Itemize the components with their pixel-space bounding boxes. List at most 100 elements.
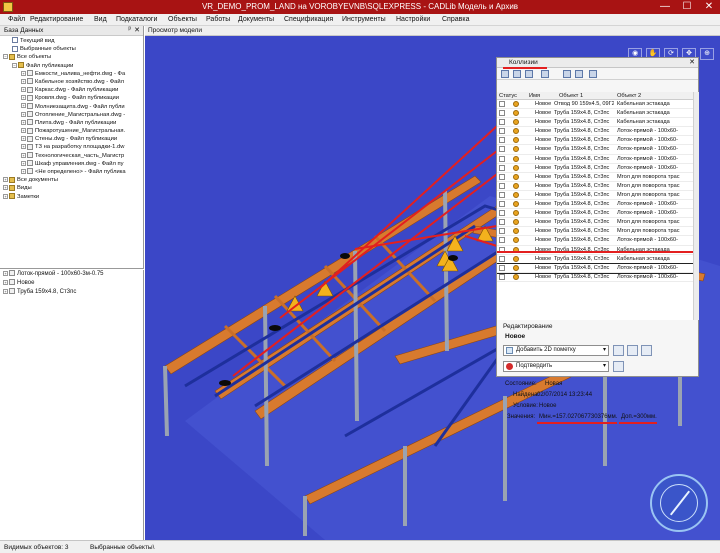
row-checkbox[interactable] <box>499 264 505 271</box>
expand-icon[interactable]: + <box>21 103 26 109</box>
collisions-scrollbar[interactable] <box>693 92 699 320</box>
tree-item[interactable]: + ТЗ на разработку площадки-1.dw <box>0 143 144 151</box>
tree-item[interactable]: + Шкаф управления.dwg - Файл пу <box>0 160 144 168</box>
panel-close-icon[interactable]: ✕ <box>134 26 140 34</box>
collision-row[interactable]: Новое Труба 159х4.8, Ст3пс Кабельная эстак… <box>497 118 693 128</box>
row-checkbox[interactable] <box>499 119 505 126</box>
tree-item[interactable]: + Плита.dwg - Файл публикации <box>0 119 144 127</box>
forward-icon[interactable] <box>575 70 583 78</box>
tree-item[interactable]: − Все объекты <box>0 53 144 61</box>
expand-icon[interactable]: + <box>21 160 26 166</box>
camera-button[interactable] <box>627 345 638 356</box>
collision-row[interactable]: Новое Труба 159х4.8, Ст3пс Кабельная эстак… <box>497 109 693 119</box>
row-checkbox[interactable] <box>499 255 505 262</box>
collision-row[interactable]: Новое Труба 159х4.8, Ст3пс Лоток-прямой - … <box>497 236 693 246</box>
menu-documents[interactable]: Документы <box>238 16 274 23</box>
expand-icon[interactable]: + <box>21 111 26 117</box>
collision-row[interactable]: Новое Отвод 90 159х4.5, 09Г2С Кабельная эс… <box>497 100 693 110</box>
back-icon[interactable] <box>563 70 571 78</box>
column-object2[interactable]: Объект 2 <box>617 92 641 100</box>
tree-item[interactable]: + Стены.dwg - Файл публикации <box>0 135 144 143</box>
tree-item[interactable]: + Виды <box>0 184 144 192</box>
expand-icon[interactable]: + <box>21 95 26 101</box>
tree-item[interactable]: + Каркас.dwg - Файл публикации <box>0 86 144 94</box>
collision-row[interactable]: Новое Труба 159х4.8, Ст3пс Лоток-прямой - … <box>497 164 693 173</box>
row-checkbox[interactable] <box>499 173 505 180</box>
collision-row[interactable]: Новое Труба 159х4.8, Ст3пс Мгол для поворо… <box>497 218 693 228</box>
link-icon[interactable] <box>589 70 597 78</box>
expand-icon[interactable]: + <box>21 78 26 84</box>
tree-item[interactable]: + Отопление_Магистральная.dwg - <box>0 111 144 119</box>
column-object1[interactable]: Объект 1 <box>559 92 583 100</box>
tree-item[interactable]: − Файл публикации <box>0 62 144 70</box>
menu-works[interactable]: Работы <box>206 16 230 23</box>
row-checkbox[interactable] <box>499 273 505 280</box>
collision-row[interactable]: Новое Труба 159х4.8, Ст3пс Лоток-прямой - … <box>497 136 693 146</box>
row-checkbox[interactable] <box>499 146 505 153</box>
row-checkbox[interactable] <box>499 137 505 144</box>
expand-icon[interactable]: + <box>21 144 26 150</box>
navigation-compass[interactable] <box>650 474 708 532</box>
expand-icon[interactable]: + <box>21 128 26 134</box>
column-name[interactable]: Имя <box>529 92 540 100</box>
settings-icon[interactable] <box>541 70 549 78</box>
refresh-icon[interactable] <box>501 70 509 78</box>
collision-row[interactable]: Новое Труба 159х4.8, Ст3пс Лоток-прямой - … <box>497 127 693 137</box>
row-checkbox[interactable] <box>499 191 505 198</box>
collapse-icon[interactable]: − <box>12 62 17 68</box>
collapse-icon[interactable]: − <box>3 54 8 60</box>
expand-icon[interactable]: + <box>3 177 8 183</box>
row-checkbox[interactable] <box>499 110 505 117</box>
row-checkbox[interactable] <box>499 228 505 235</box>
collision-row[interactable]: Новое Труба 159х4.8, Ст3пс Кабельная эстак… <box>497 255 693 264</box>
menu-objects[interactable]: Объекты <box>168 16 197 23</box>
collision-row[interactable]: Новое Труба 159х4.8, Ст3пс Лоток-прямой - … <box>497 262 693 274</box>
export-icon[interactable] <box>525 70 533 78</box>
collision-row[interactable]: Новое Труба 159х4.8, Ст3пс Лоток-прямой - … <box>497 273 693 282</box>
collision-row[interactable]: Новое Труба 159х4.8, Ст3пс Лоток-прямой - … <box>497 200 693 210</box>
expand-icon[interactable]: + <box>21 136 26 142</box>
warning-button[interactable] <box>613 345 624 356</box>
tree-item[interactable]: Выбранные объекты <box>0 45 144 53</box>
row-checkbox[interactable] <box>499 101 505 107</box>
expand-icon[interactable]: + <box>21 87 26 93</box>
close-button[interactable]: ✕ <box>698 0 720 14</box>
expand-icon[interactable]: + <box>3 279 8 285</box>
collision-name[interactable]: Новое <box>505 333 525 340</box>
menu-view[interactable]: Вид <box>94 16 107 23</box>
menu-specification[interactable]: Спецификация <box>284 16 333 23</box>
confirm-combo[interactable]: Подтвердить ▾ <box>503 361 609 372</box>
tree-item[interactable]: + Кабельное хозяйство.dwg - Файл <box>0 78 144 86</box>
menu-help[interactable]: Справка <box>442 16 469 23</box>
zoom-icon[interactable]: ⊕ <box>700 48 714 60</box>
collision-row[interactable]: Новое Труба 159х4.8, Ст3пс Мгол для поворо… <box>497 173 693 182</box>
tree-item[interactable]: Текущий вид <box>0 37 144 45</box>
tree-item[interactable]: + Молниезащита.dwg - Файл публи <box>0 102 144 111</box>
expand-icon[interactable]: + <box>21 70 26 76</box>
row-checkbox[interactable] <box>499 210 505 217</box>
property-item[interactable]: + Труба 159х4.8, Ст3пс <box>0 288 143 297</box>
save-view-button[interactable] <box>641 345 652 356</box>
column-status[interactable]: Статус <box>499 92 517 100</box>
menu-file[interactable]: Файл <box>8 16 25 23</box>
row-checkbox[interactable] <box>499 155 505 162</box>
row-checkbox[interactable] <box>499 182 505 189</box>
row-checkbox[interactable] <box>499 237 505 244</box>
tree-item[interactable]: + Кровля.dwg - Файл публикации <box>0 94 144 102</box>
menu-settings[interactable]: Настройки <box>396 16 430 23</box>
minimize-button[interactable]: — <box>654 0 676 14</box>
pin-icon[interactable]: ᵖ <box>128 26 131 33</box>
tree-item[interactable]: + Все документы <box>0 176 144 184</box>
add-note-combo[interactable]: Добавить 2D пометку ▾ <box>503 345 609 356</box>
row-checkbox[interactable] <box>499 164 505 171</box>
collisions-close-icon[interactable]: ✕ <box>689 58 695 66</box>
expand-icon[interactable]: + <box>3 270 8 276</box>
collision-row[interactable]: Новое Труба 159х4.8, Ст3пс Лоток-прямой - … <box>497 155 693 164</box>
expand-icon[interactable]: + <box>3 193 8 199</box>
tree-item[interactable]: + Емкости_налива_нефти.dwg - Фа <box>0 70 144 78</box>
filter-icon[interactable] <box>513 70 521 78</box>
tree-item[interactable]: + Заметки <box>0 193 144 201</box>
tree-item[interactable]: + Технологическая_часть_Магистр <box>0 152 144 160</box>
collision-row[interactable]: Новое Труба 159х4.8, Ст3пс Мгол для поворо… <box>497 191 693 201</box>
collision-row[interactable]: Новое Труба 159х4.8, Ст3пс Лоток-прямой - … <box>497 145 693 155</box>
